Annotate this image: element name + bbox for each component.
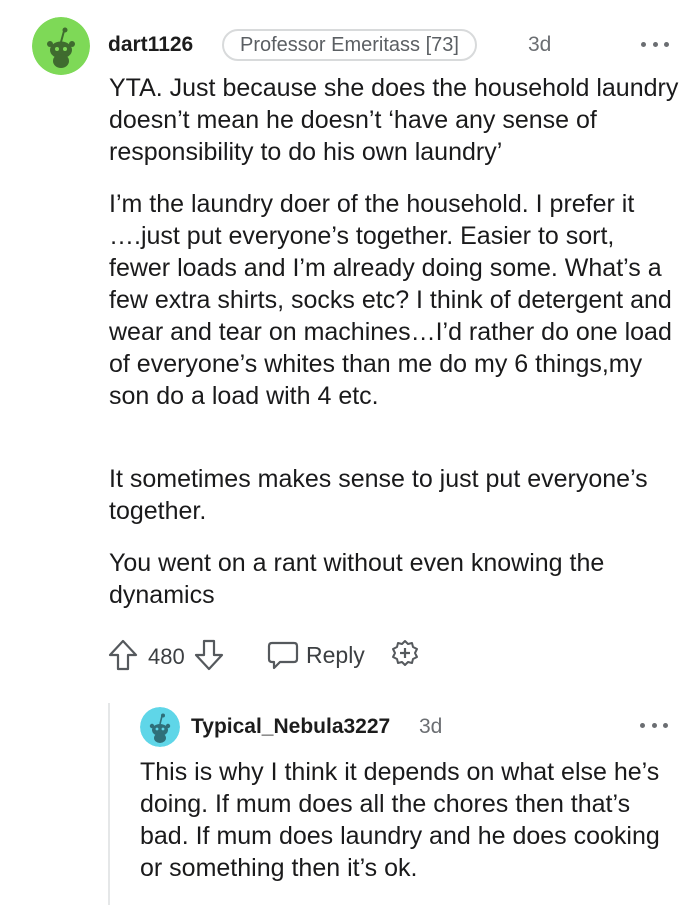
upvote-button[interactable] — [108, 639, 138, 671]
comment-paragraph-text: YTA. Just because she does the household… — [109, 74, 679, 166]
comment-paragraph-text: It sometimes makes sense to just put eve… — [109, 465, 648, 525]
comment-paragraph: I’m the laundry doer of the household. I… — [109, 188, 679, 412]
award-plus-icon — [392, 640, 418, 666]
reply-timestamp: 3d — [419, 715, 443, 738]
snoo-avatar-icon — [32, 17, 90, 75]
vote-count: 480 — [148, 644, 185, 669]
more-options-icon[interactable] — [641, 39, 669, 49]
comment-paragraph-text: You went on a rant without even knowing … — [109, 549, 605, 609]
user-flair: Professor Emeritass [73] — [222, 29, 477, 61]
comment-paragraph: You went on a rant without even knowing … — [109, 547, 679, 611]
more-options-icon[interactable] — [640, 720, 668, 730]
comment-bubble-icon — [267, 641, 299, 670]
comment-actions: 480 Reply — [108, 636, 438, 676]
reply-label[interactable]: Reply — [306, 642, 365, 669]
award-button[interactable] — [388, 638, 422, 672]
thread-line[interactable] — [108, 703, 110, 905]
comment-paragraph: YTA. Just because she does the household… — [109, 72, 679, 168]
comment-username[interactable]: dart1126 — [108, 33, 193, 57]
upvote-arrow-icon — [108, 639, 138, 671]
snoo-avatar-icon — [140, 707, 180, 747]
reply-text: This is why I think it depends on what e… — [140, 758, 660, 882]
downvote-arrow-icon — [194, 639, 224, 671]
comment-timestamp: 3d — [528, 33, 552, 56]
downvote-button[interactable] — [194, 639, 224, 671]
comment-paragraph-text: I’m the laundry doer of the household. I… — [109, 190, 672, 410]
comment-paragraph: It sometimes makes sense to just put eve… — [109, 463, 679, 527]
reply-user-avatar[interactable] — [140, 707, 180, 747]
reply-username[interactable]: Typical_Nebula3227 — [191, 715, 390, 739]
user-avatar[interactable] — [32, 17, 90, 75]
reply-button[interactable] — [266, 639, 300, 671]
